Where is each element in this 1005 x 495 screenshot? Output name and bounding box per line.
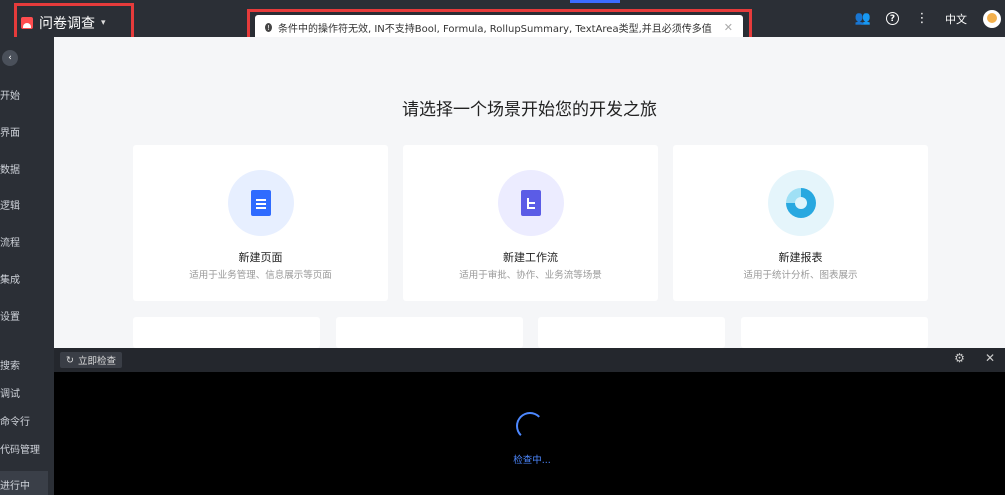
sidebar-item-label: 设置 [0,312,20,323]
card-title: 新建工作流 [503,251,558,264]
top-accent-bar [570,0,620,3]
main-content: 请选择一个场景开始您的开发之旅 新建页面 适用于业务管理、信息展示等页面 新建工… [54,37,1005,348]
sidebar-item-flow[interactable]: 流程 [0,234,20,249]
sidebar-item-label: 开始 [0,91,20,102]
sidebar-item-label: 流程 [0,238,20,249]
loading-text: 检查中... [513,455,551,466]
workflow-icon [520,190,541,216]
card-desc: 适用于业务管理、信息展示等页面 [189,270,332,281]
users-icon[interactable]: 👥 [855,11,871,26]
caret-down-icon: ▾ [101,17,106,28]
console-toolbar: ↻ 立即检查 ⚙ ✕ [54,348,1005,372]
page-icon-bg [227,170,294,236]
app-root: 问卷调查 ▾ 👥 ? ⋮ 中文 ! 条件中的操作符无效, IN不支持Bool, … [0,0,1005,495]
template-card[interactable] [741,317,928,348]
sidebar-item-code[interactable]: 代码管理 [0,441,40,456]
workflow-icon-bg [497,170,564,236]
sidebar-item-label: 界面 [0,128,20,139]
sidebar-item-settings[interactable]: 设置 [0,308,20,323]
sidebar-item-label: 数据 [0,165,20,176]
page-title: 请选择一个场景开始您的开发之旅 [402,100,657,120]
sidebar-item-label: 调试 [0,389,20,400]
template-card[interactable] [133,317,320,348]
check-now-button[interactable]: ↻ 立即检查 [60,352,122,368]
template-card[interactable] [336,317,523,348]
check-now-label: 立即检查 [77,356,116,367]
sidebar-item-label: 代码管理 [0,445,40,456]
info-icon: ! [265,23,272,32]
top-right-tools: 👥 ? ⋮ 中文 [855,0,1005,37]
sidebar-item-integration[interactable]: 集成 [0,271,20,286]
new-workflow-card[interactable]: 新建工作流 适用于审批、协作、业务流等场景 [403,145,658,301]
card-title: 新建页面 [238,251,283,264]
card-desc: 适用于审批、协作、业务流等场景 [459,270,602,281]
settings-icon[interactable]: ⚙ [954,351,965,365]
sidebar-item-debug[interactable]: 调试 [0,385,20,400]
toast-message: 条件中的操作符无效, IN不支持Bool, Formula, RollupSum… [278,24,712,35]
sidebar-item-search[interactable]: 搜索 [0,357,20,372]
close-icon[interactable]: ✕ [985,351,995,365]
sidebar: ‹ 开始 界面 数据 逻辑 流程 集成 设置 搜索 调试 命令行 代码管理 进行… [0,37,54,495]
report-icon [785,188,816,218]
sidebar-item-label: 进行中 [0,481,30,492]
sidebar-item-logic[interactable]: 逻辑 [0,197,20,212]
app-logo-icon [21,16,33,29]
card-desc: 适用于统计分析、图表展示 [743,270,858,281]
sidebar-item-label: 命令行 [0,417,30,428]
new-page-card[interactable]: 新建页面 适用于业务管理、信息展示等页面 [133,145,388,301]
console-tools: ⚙ ✕ [954,351,995,365]
sidebar-item-label: 逻辑 [0,201,20,212]
sidebar-item-label: 搜索 [0,361,20,372]
close-icon[interactable]: ✕ [724,21,733,34]
card-title: 新建报表 [778,251,823,264]
report-icon-bg [767,170,834,236]
app-name: 问卷调查 [39,15,95,32]
refresh-icon: ↻ [66,354,74,366]
new-report-card[interactable]: 新建报表 适用于统计分析、图表展示 [673,145,928,301]
loading-spinner-icon [516,412,544,440]
sidebar-item-start[interactable]: 开始 [0,87,20,102]
language-switch[interactable]: 中文 [945,11,967,27]
sidebar-item-data[interactable]: 数据 [0,161,20,176]
sidebar-item-console[interactable]: 命令行 [0,413,30,428]
sidebar-item-in-progress[interactable]: 进行中 [0,471,48,495]
collapse-icon[interactable]: ‹ [2,50,18,66]
avatar[interactable] [983,9,1001,28]
help-icon[interactable]: ? [886,12,899,25]
sidebar-item-label: 集成 [0,275,20,286]
more-icon[interactable]: ⋮ [915,11,929,26]
sidebar-item-ui[interactable]: 界面 [0,124,20,139]
template-card[interactable] [538,317,725,348]
console-panel: 检查中... [54,372,1005,495]
page-icon [250,190,271,216]
